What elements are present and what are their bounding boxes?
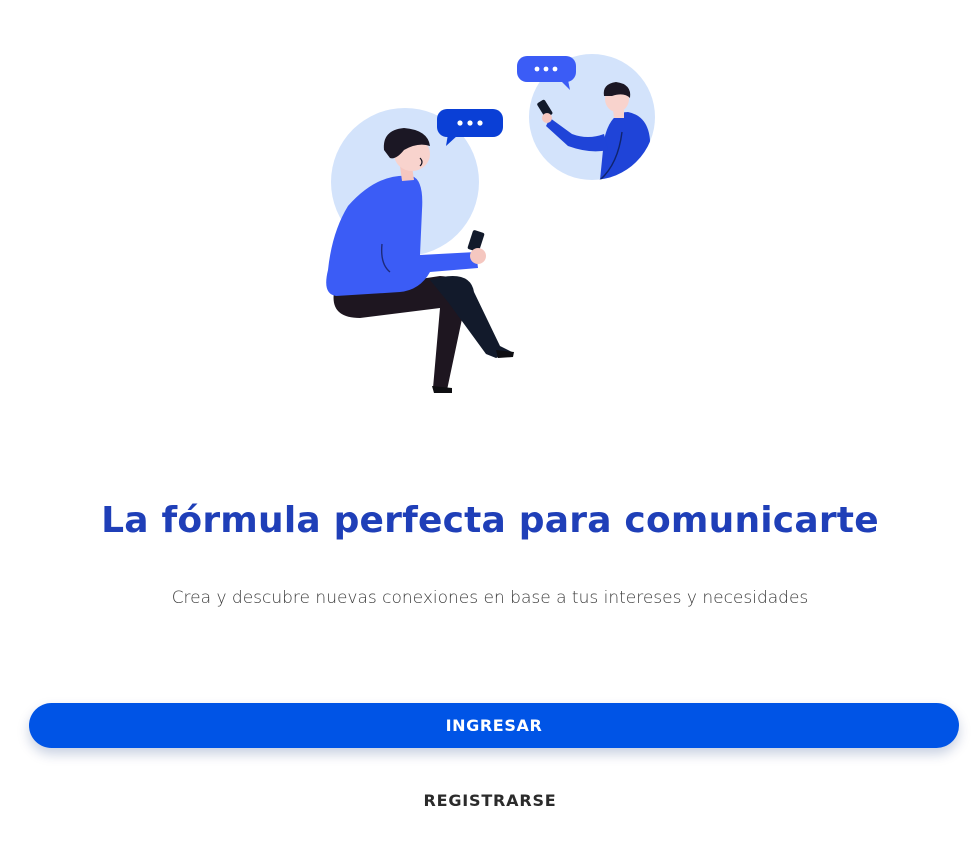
hero-illustration bbox=[0, 0, 980, 420]
page-title: La fórmula perfecta para comunicarte bbox=[101, 500, 879, 541]
chat-illustration bbox=[326, 54, 655, 393]
register-button[interactable]: REGISTRARSE bbox=[390, 780, 590, 820]
login-button[interactable]: INGRESAR bbox=[29, 703, 959, 748]
page-subtitle: Crea y descubre nuevas conexiones en bas… bbox=[171, 588, 809, 608]
